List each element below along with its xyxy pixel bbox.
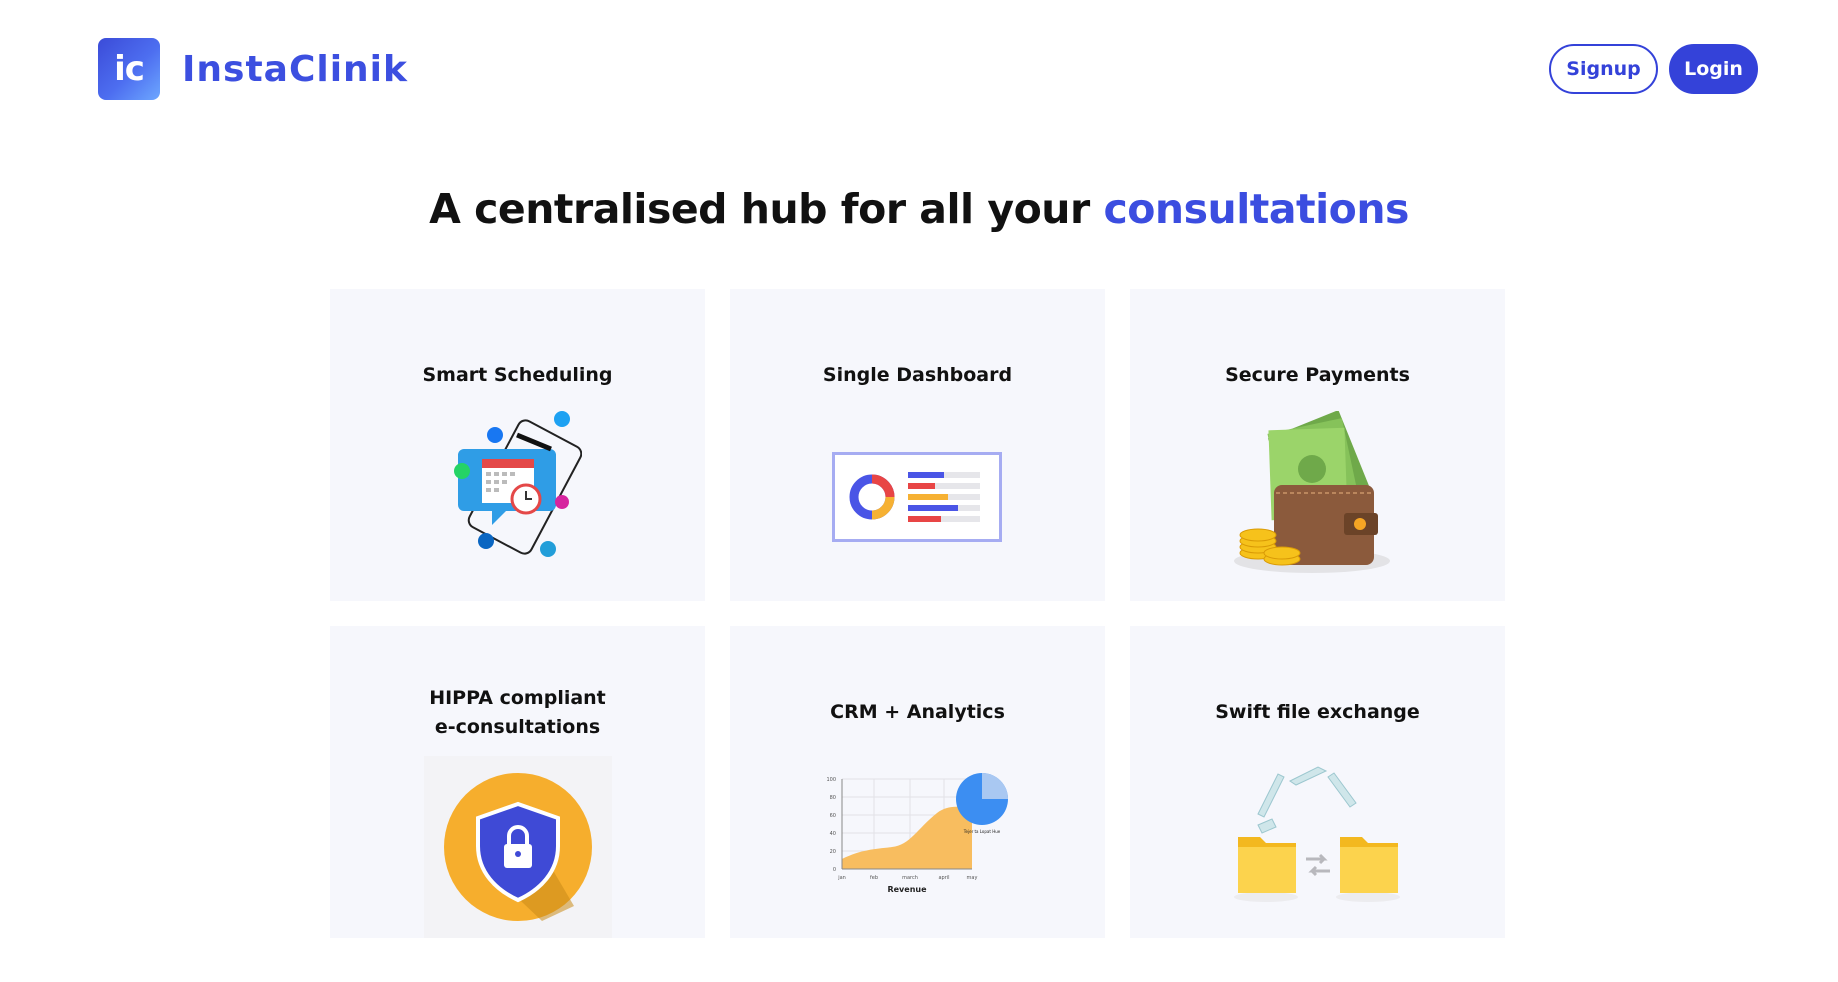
page-headline: A centralised hub for all your consultat… [0, 185, 1838, 233]
feature-title-line1: HIPPA compliant [429, 687, 606, 709]
analytics-chart-icon: 100 80 60 40 20 0 jan feb march april ma… [826, 773, 1008, 894]
pie-label: Tejer ta Lopat Hue [963, 829, 1001, 834]
y-tick-label: 40 [830, 831, 836, 837]
wallet-money-icon [1234, 411, 1390, 573]
calendar-social-icon [454, 411, 582, 557]
features-grid: Smart Scheduling Single Dashboard Secure… [330, 289, 1505, 939]
y-tick-label: 20 [830, 849, 836, 855]
feature-title: Secure Payments [1225, 364, 1410, 386]
logo-mark: ic [98, 38, 160, 100]
y-tick-label: 100 [826, 777, 836, 783]
y-tick-label: 80 [830, 795, 836, 801]
feature-title: Smart Scheduling [422, 364, 613, 386]
folder-exchange-icon [1234, 766, 1400, 902]
feature-title: CRM + Analytics [830, 701, 1005, 723]
feature-title: Swift file exchange [1215, 701, 1420, 723]
y-tick-label: 0 [833, 867, 836, 873]
shield-lock-icon [424, 756, 612, 938]
y-tick-label: 60 [830, 813, 836, 819]
site-header: ic InstaClinik Signup Login [0, 0, 1838, 140]
top-nav: Signup Login [1549, 44, 1758, 94]
x-tick-label: april [938, 875, 949, 881]
feature-card-single-dashboard[interactable]: Single Dashboard [730, 289, 1105, 601]
chart-xlabel: Revenue [887, 885, 927, 894]
feature-card-hippa-compliant[interactable]: HIPPA compliant e-consultations [330, 626, 705, 938]
login-button[interactable]: Login [1669, 44, 1758, 94]
brand-name: InstaClinik [182, 48, 408, 90]
dashboard-icon [832, 452, 1002, 542]
x-tick-label: feb [870, 875, 878, 881]
feature-title-line2: e-consultations [434, 716, 601, 738]
feature-card-secure-payments[interactable]: Secure Payments [1130, 289, 1505, 601]
signup-button[interactable]: Signup [1549, 44, 1658, 94]
feature-title: Single Dashboard [822, 364, 1013, 386]
feature-card-crm-analytics[interactable]: CRM + Analytics 100 80 60 40 20 0 jan fe… [730, 626, 1105, 938]
x-tick-label: may [967, 875, 978, 881]
feature-card-swift-file-exchange[interactable]: Swift file exchange [1130, 626, 1505, 938]
x-tick-label: march [902, 875, 918, 881]
feature-card-smart-scheduling[interactable]: Smart Scheduling [330, 289, 705, 601]
brand-logo[interactable]: ic InstaClinik [98, 38, 408, 100]
x-tick-label: jan [837, 875, 846, 881]
headline-main: A centralised hub for all your [429, 185, 1104, 233]
headline-accent: consultations [1103, 185, 1409, 233]
